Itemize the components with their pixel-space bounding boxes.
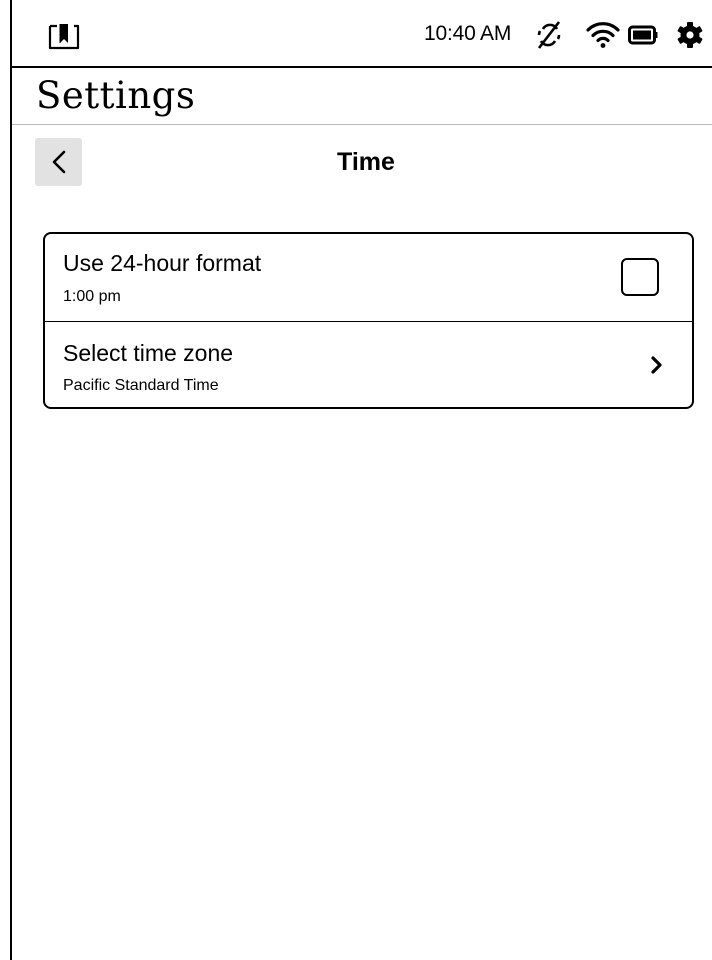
chevron-right-icon [647, 352, 667, 378]
screen-edge [10, 0, 12, 960]
screen: 10:40 AM Settings Time Use 24-hour forma… [0, 0, 712, 960]
title-divider [12, 124, 712, 125]
sync-off-status[interactable] [534, 20, 564, 50]
wifi-status[interactable] [585, 20, 621, 50]
use-24-hour-format-row[interactable]: Use 24-hour format 1:00 pm [45, 234, 692, 322]
home-book-icon [48, 24, 80, 50]
settings-gear-icon [677, 22, 703, 48]
battery-status[interactable] [627, 20, 659, 50]
back-button[interactable] [35, 138, 82, 186]
wifi-icon [586, 22, 620, 48]
section-title: Time [337, 148, 395, 176]
use-24-hour-format-checkbox[interactable] [621, 258, 659, 296]
chevron-left-icon [52, 150, 65, 174]
row-value: Pacific Standard Time [63, 377, 219, 394]
row-label: Select time zone [63, 340, 234, 366]
quick-settings-button[interactable] [674, 20, 706, 50]
time-settings-list: Use 24-hour format 1:00 pm Select time z… [43, 232, 694, 409]
select-time-zone-row[interactable]: Select time zone Pacific Standard Time [45, 322, 692, 407]
row-label: Use 24-hour format [63, 250, 262, 276]
battery-icon [628, 25, 658, 45]
sync-off-icon [537, 21, 561, 49]
page-title: Settings [36, 74, 196, 117]
home-button[interactable] [42, 18, 86, 54]
status-bar-divider [12, 66, 712, 68]
row-value: 1:00 pm [63, 288, 121, 305]
status-time: 10:40 AM [424, 22, 512, 45]
